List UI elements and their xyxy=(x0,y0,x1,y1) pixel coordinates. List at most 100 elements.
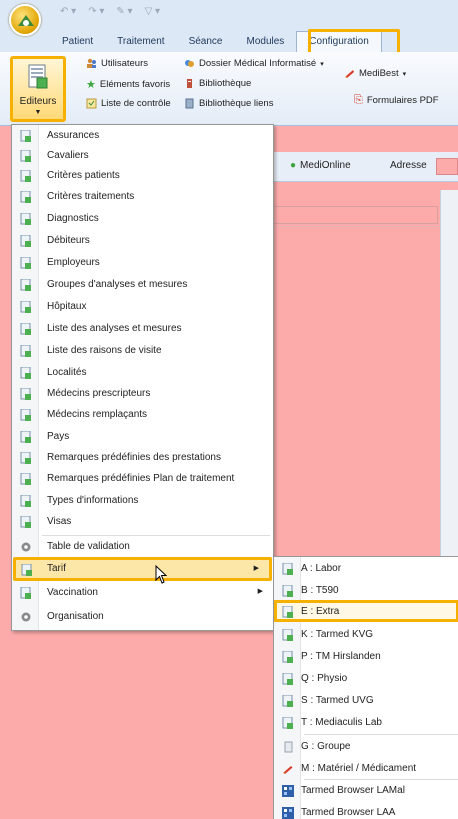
editor-item-icon xyxy=(20,323,31,335)
submenu-item-label: S : Tarmed UVG xyxy=(301,695,374,706)
star-icon: ★ xyxy=(86,79,96,91)
editor-item-icon xyxy=(20,409,31,421)
menu-item-criteres-patients[interactable]: Critères patients xyxy=(12,166,273,186)
medionline-button[interactable]: ● MediOnline xyxy=(290,160,351,171)
editor-item-icon xyxy=(282,585,293,597)
editor-item-icon xyxy=(20,150,31,162)
submenu-separator xyxy=(304,779,458,780)
menu-item-remarques-prestations[interactable]: Remarques prédéfinies des prestations xyxy=(12,448,273,468)
app-menu-button[interactable] xyxy=(9,4,41,36)
menu-item-assurances[interactable]: Assurances xyxy=(12,126,273,146)
bibliotheque-liens-label: Bibliothèque liens xyxy=(199,98,274,109)
menu-item-label: Table de validation xyxy=(47,541,130,552)
redo-icon[interactable]: ↷ ▾ xyxy=(88,6,104,17)
app-logo-icon xyxy=(18,15,34,26)
editors-icon xyxy=(28,64,48,89)
menu-item-liste-analyses[interactable]: Liste des analyses et mesures xyxy=(12,319,273,339)
menu-item-groupes-analyses[interactable]: Groupes d'analyses et mesures xyxy=(12,275,273,295)
editor-item-icon xyxy=(20,130,31,142)
medibest-button[interactable]: MediBest ▾ xyxy=(344,68,406,79)
menu-item-label: Remarques prédéfinies des prestations xyxy=(47,452,221,463)
submenu-item-materiel[interactable]: M : Matériel / Médicament xyxy=(274,759,458,779)
submenu-item-label: G : Groupe xyxy=(301,741,351,752)
adresse-input[interactable] xyxy=(436,158,458,175)
menu-item-criteres-traitements[interactable]: Critères traitements xyxy=(12,187,273,207)
undo-icon[interactable]: ↶ ▾ xyxy=(60,6,76,17)
submenu-separator xyxy=(304,734,458,735)
editeurs-label: Editeurs xyxy=(19,96,57,107)
bibliotheque-liens-button[interactable]: Bibliothèque liens xyxy=(184,98,273,109)
dossier-medical-button[interactable]: Dossier Médical Informatisé ▾ xyxy=(184,58,324,69)
submenu-item-groupe[interactable]: G : Groupe xyxy=(274,737,458,757)
submenu-item-label: T : Mediaculis Lab xyxy=(301,717,382,728)
submenu-item-physio[interactable]: Q : Physio xyxy=(274,669,458,689)
menu-item-visas[interactable]: Visas xyxy=(12,512,273,532)
editor-item-icon xyxy=(20,279,31,291)
menu-item-label: Localités xyxy=(47,367,87,378)
menu-item-diagnostics[interactable]: Diagnostics xyxy=(12,209,273,229)
chevron-right-icon: ▶ xyxy=(257,588,263,595)
submenu-item-t590[interactable]: B : T590 xyxy=(274,581,458,601)
tab-patient[interactable]: Patient xyxy=(50,32,105,52)
menu-item-label: Médecins prescripteurs xyxy=(47,388,151,399)
submenu-item-tarmed-uvg[interactable]: S : Tarmed UVG xyxy=(274,691,458,711)
editor-item-icon xyxy=(21,564,32,576)
elements-favoris-button[interactable]: ★ Eléments favoris xyxy=(86,78,170,91)
menu-item-employeurs[interactable]: Employeurs xyxy=(12,253,273,273)
editor-item-icon xyxy=(282,717,293,729)
menu-item-remarques-plan[interactable]: Remarques prédéfinies Plan de traitement xyxy=(12,469,273,489)
menu-item-raisons-visite[interactable]: Liste des raisons de visite xyxy=(12,341,273,361)
pdf-icon: ⎘ xyxy=(354,94,363,106)
submenu-item-browser-lamal[interactable]: Tarmed Browser LAMal xyxy=(274,781,458,801)
submenu-item-browser-laa[interactable]: Tarmed Browser LAA xyxy=(274,803,458,819)
editor-item-icon xyxy=(20,587,31,599)
menu-item-organisation[interactable]: Organisation xyxy=(12,607,273,627)
menu-item-localites[interactable]: Localités xyxy=(12,363,273,383)
editor-item-icon xyxy=(282,673,293,685)
menu-item-types-informations[interactable]: Types d'informations xyxy=(12,491,273,511)
formulaires-pdf-button[interactable]: ⎘ Formulaires PDF xyxy=(354,94,439,107)
menu-item-label: Pays xyxy=(47,431,70,442)
utilisateurs-button[interactable]: Utilisateurs xyxy=(86,58,148,69)
chevron-down-icon: ▾ xyxy=(402,70,407,78)
tab-traitement[interactable]: Traitement xyxy=(105,32,176,52)
menu-item-medecins-prescripteurs[interactable]: Médecins prescripteurs xyxy=(12,384,273,404)
submenu-item-tarmed-kvg[interactable]: K : Tarmed KVG xyxy=(274,625,458,645)
menu-item-medecins-remplacants[interactable]: Médecins remplaçants xyxy=(12,405,273,425)
submenu-item-tm-hirslanden[interactable]: P : TM Hirslanden xyxy=(274,647,458,667)
filter-icon[interactable]: ▽ ▾ xyxy=(145,6,161,17)
chevron-down-icon: ▼ xyxy=(34,109,42,116)
ribbon-panel: Editeurs ▼ Utilisateurs ★ Eléments favor… xyxy=(0,52,458,126)
menu-item-table-validation[interactable]: Table de validation xyxy=(12,537,273,557)
submenu-item-label: E : Extra xyxy=(301,606,340,617)
menu-item-pays[interactable]: Pays xyxy=(12,427,273,447)
menu-item-label: Visas xyxy=(47,516,72,527)
tab-modules[interactable]: Modules xyxy=(234,32,296,52)
menu-item-tarif[interactable]: Tarif ▶ xyxy=(13,557,272,581)
submenu-item-mediaculis-lab[interactable]: T : Mediaculis Lab xyxy=(274,713,458,733)
menu-item-label: Liste des analyses et mesures xyxy=(47,323,182,334)
menu-item-label: Remarques prédéfinies Plan de traitement xyxy=(47,473,235,484)
menu-item-label: Critères traitements xyxy=(47,191,135,202)
submenu-item-labor[interactable]: A : Labor xyxy=(274,559,458,579)
formulaires-pdf-label: Formulaires PDF xyxy=(366,95,439,106)
submenu-item-extra[interactable]: E : Extra xyxy=(274,600,458,622)
liste-controle-button[interactable]: Liste de contrôle xyxy=(86,98,171,109)
chevron-down-icon: ▾ xyxy=(320,60,324,68)
menu-item-label: Médecins remplaçants xyxy=(47,409,148,420)
bibliotheque-button[interactable]: Bibliothèque xyxy=(184,78,251,89)
edit-icon[interactable]: ✎ ▾ xyxy=(116,6,132,17)
editeurs-button[interactable]: Editeurs ▼ xyxy=(10,56,66,122)
tab-seance[interactable]: Séance xyxy=(177,32,235,52)
workspace-toolbar: ● MediOnline Adresse xyxy=(270,152,458,182)
menu-item-vaccination[interactable]: Vaccination ▶ xyxy=(12,583,273,603)
menu-item-cavaliers[interactable]: Cavaliers xyxy=(12,146,273,166)
menu-item-debiteurs[interactable]: Débiteurs xyxy=(12,231,273,251)
dossier-medical-label: Dossier Médical Informatisé xyxy=(199,58,317,69)
library-links-icon xyxy=(185,98,194,109)
menu-item-label: Liste des raisons de visite xyxy=(47,345,162,356)
menu-item-hopitaux[interactable]: Hôpitaux xyxy=(12,297,273,317)
medionline-label: MediOnline xyxy=(300,160,351,171)
library-icon xyxy=(187,79,192,88)
menu-item-label: Cavaliers xyxy=(47,150,89,161)
